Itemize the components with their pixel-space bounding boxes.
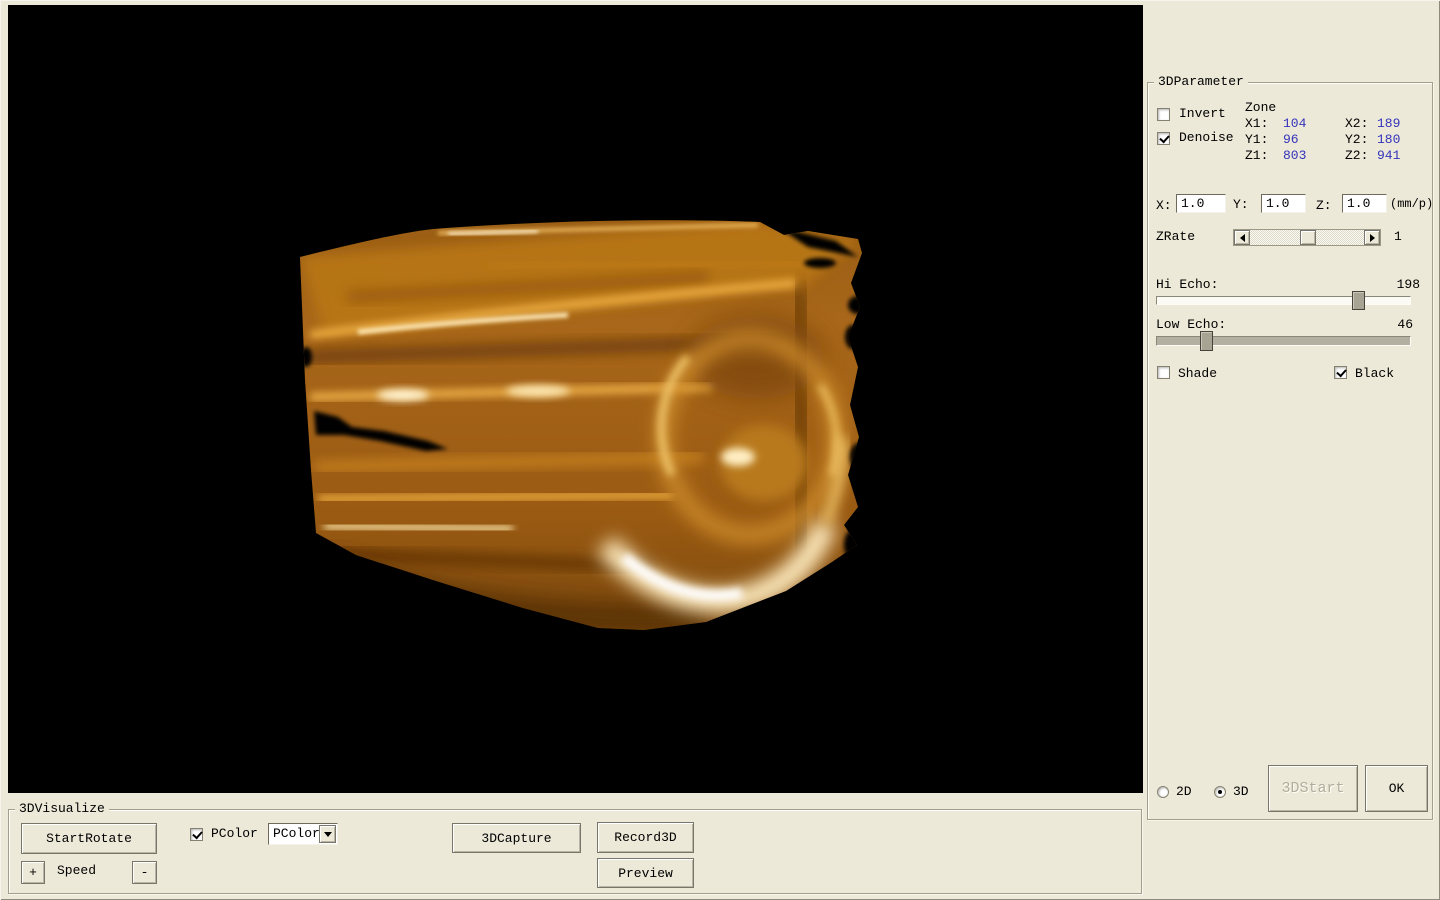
zrate-label: ZRate — [1156, 230, 1195, 244]
mode-2d-radio[interactable] — [1157, 786, 1169, 798]
pcolor-dropdown-value: PColor — [273, 826, 320, 841]
speed-plus-button[interactable]: + — [21, 861, 45, 884]
zone-x1-label: X1: — [1245, 117, 1268, 131]
scale-unit-label: (mm/p) — [1390, 197, 1433, 211]
denoise-checkbox[interactable] — [1157, 132, 1170, 145]
pcolor-checkbox[interactable] — [190, 828, 203, 841]
shade-checkbox[interactable] — [1157, 366, 1170, 379]
scale-z-input[interactable] — [1342, 194, 1387, 213]
pcolor-dropdown[interactable]: PColor — [268, 823, 338, 845]
zrate-scrollbar[interactable] — [1233, 229, 1381, 246]
hi-echo-label: Hi Echo: — [1156, 278, 1218, 292]
hi-echo-thumb[interactable] — [1352, 291, 1365, 310]
ok-button[interactable]: OK — [1365, 765, 1428, 812]
zone-y2-label: Y2: — [1345, 133, 1368, 147]
start-3d-button[interactable]: 3DStart — [1268, 765, 1358, 812]
zrate-value: 1 — [1394, 230, 1402, 244]
zone-y2-value: 180 — [1377, 133, 1400, 147]
record-3d-button[interactable]: Record3D — [597, 822, 694, 853]
parameter-group-title: 3DParameter — [1154, 75, 1248, 89]
volume-render — [8, 5, 1143, 793]
speed-minus-button[interactable]: - — [132, 861, 157, 884]
scale-y-label: Y: — [1233, 198, 1249, 212]
denoise-label: Denoise — [1179, 131, 1234, 145]
low-echo-thumb[interactable] — [1200, 331, 1213, 351]
start-rotate-button[interactable]: StartRotate — [21, 823, 157, 854]
scale-z-label: Z: — [1316, 199, 1332, 213]
low-echo-track[interactable] — [1156, 336, 1411, 346]
mode-3d-radio[interactable] — [1214, 786, 1226, 798]
zone-x2-value: 189 — [1377, 117, 1400, 131]
zrate-thumb[interactable] — [1300, 230, 1316, 245]
low-echo-label: Low Echo: — [1156, 318, 1226, 332]
capture-3d-button[interactable]: 3DCapture — [452, 823, 581, 853]
scale-y-input[interactable] — [1261, 194, 1306, 213]
scale-x-input[interactable] — [1176, 194, 1226, 213]
zrate-left-arrow[interactable] — [1234, 230, 1250, 245]
low-echo-value: 46 — [1373, 318, 1413, 332]
zone-z2-value: 941 — [1377, 149, 1400, 163]
black-checkbox[interactable] — [1334, 366, 1347, 379]
speed-label: Speed — [57, 864, 96, 878]
mode-3d-label: 3D — [1233, 785, 1249, 799]
3d-viewport[interactable] — [8, 5, 1143, 793]
zone-z2-label: Z2: — [1345, 149, 1368, 163]
scale-x-label: X: — [1156, 199, 1172, 213]
zone-x1-value: 104 — [1283, 117, 1306, 131]
pcolor-dropdown-arrow-icon[interactable] — [319, 825, 336, 843]
zone-x2-label: X2: — [1345, 117, 1368, 131]
zone-title: Zone — [1245, 101, 1276, 115]
invert-label: Invert — [1179, 107, 1226, 121]
zone-z1-label: Z1: — [1245, 149, 1268, 163]
invert-checkbox[interactable] — [1157, 108, 1170, 121]
zone-z1-value: 803 — [1283, 149, 1306, 163]
zone-y1-value: 96 — [1283, 133, 1299, 147]
pcolor-label: PColor — [211, 827, 258, 841]
parameter-groupbox: 3DParameter — [1147, 82, 1433, 820]
zone-y1-label: Y1: — [1245, 133, 1268, 147]
app-window: 3DParameter Invert Denoise Zone X1: 104 … — [0, 0, 1440, 900]
mode-2d-label: 2D — [1176, 785, 1192, 799]
zrate-right-arrow[interactable] — [1364, 230, 1380, 245]
hi-echo-value: 198 — [1380, 278, 1420, 292]
visualize-group-title: 3DVisualize — [15, 802, 109, 816]
hi-echo-track[interactable] — [1156, 296, 1411, 305]
preview-button[interactable]: Preview — [597, 858, 694, 888]
black-label: Black — [1355, 367, 1394, 381]
shade-label: Shade — [1178, 367, 1217, 381]
